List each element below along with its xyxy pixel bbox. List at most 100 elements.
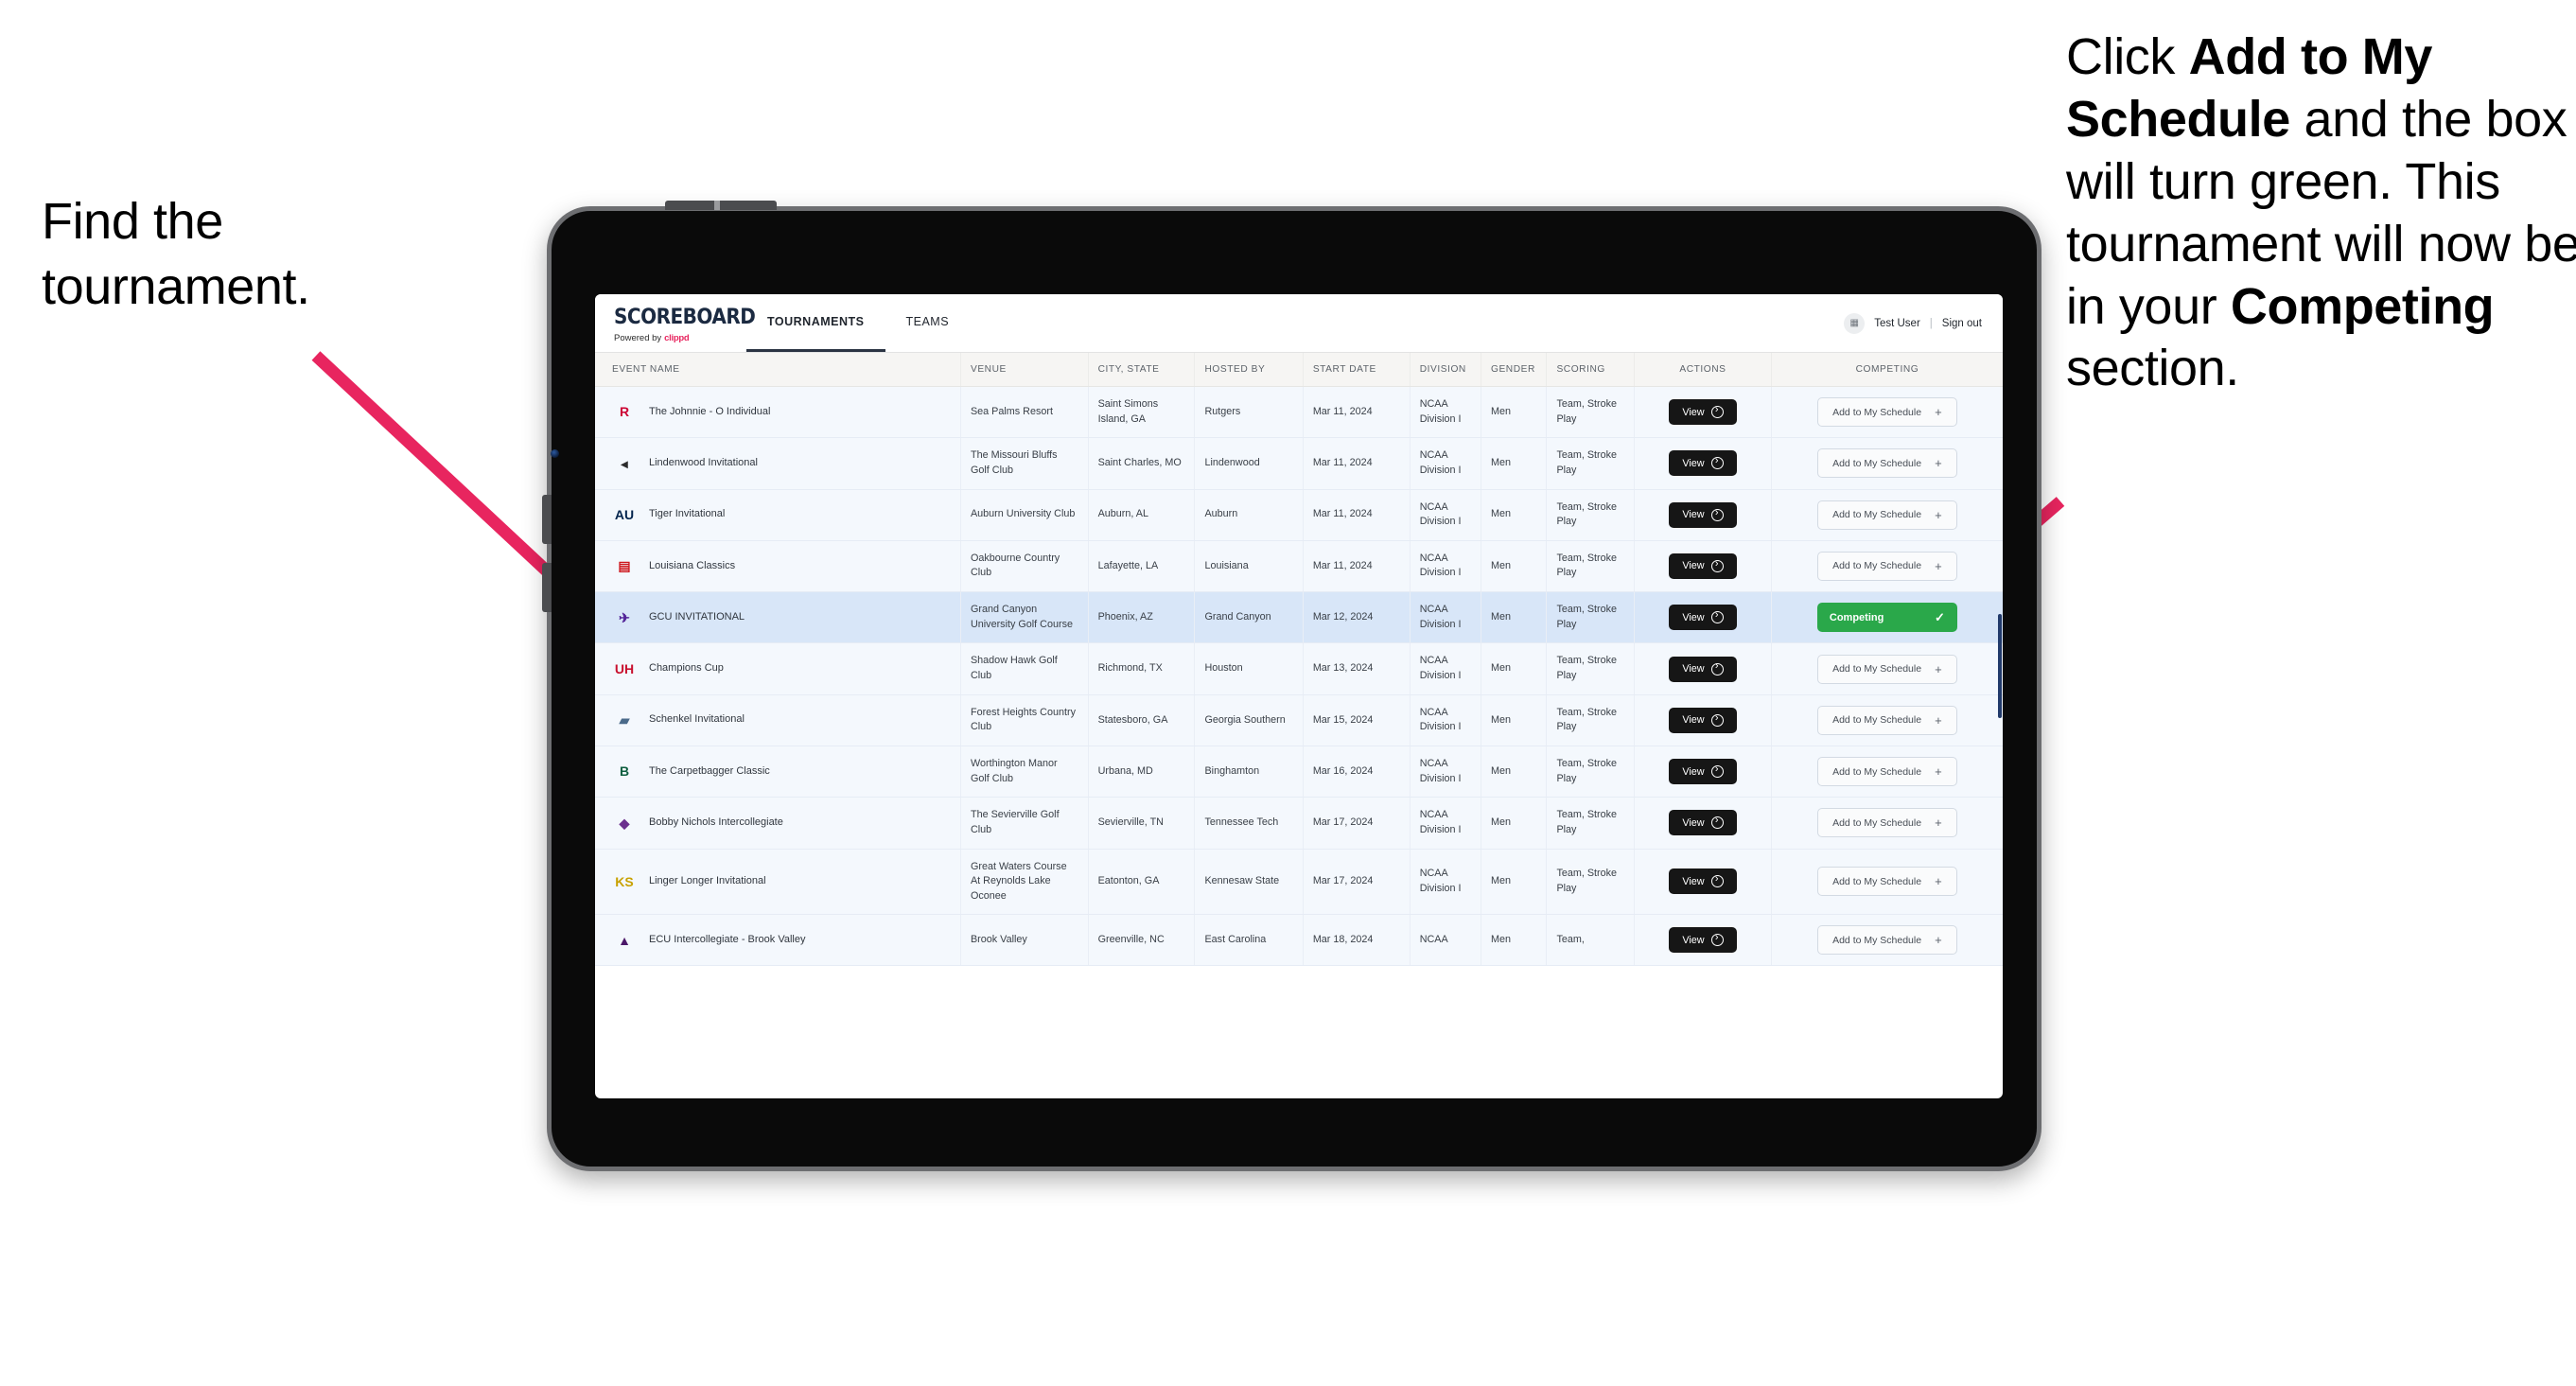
header-user-area: ▦ Test User | Sign out [1844, 294, 2003, 352]
view-button-label: View [1682, 611, 1705, 623]
cell-scoring: Team, Stroke Play [1546, 386, 1636, 439]
view-button[interactable]: View [1668, 868, 1737, 895]
view-button[interactable]: View [1668, 605, 1737, 631]
grid-icon[interactable]: ▦ [1844, 312, 1866, 334]
add-to-my-schedule-button[interactable]: Add to My Schedule + [1816, 654, 1957, 684]
competing-button[interactable]: Competing ✓ [1816, 603, 1957, 633]
add-to-my-schedule-button[interactable]: Add to My Schedule + [1816, 500, 1957, 530]
tablet-device: SCOREBOARD Powered by clippd TOURNAMENTS… [542, 201, 2042, 1171]
cell-competing: Add to My Schedule + [1771, 642, 2003, 695]
cell-division: NCAA Division I [1410, 489, 1481, 541]
table-row[interactable]: R The Johnnie - O Individual Sea Palms Res… [595, 386, 2003, 439]
cell-gender: Men [1481, 386, 1548, 439]
table-row[interactable]: ▲ ECU Intercollegiate - Brook Valley Brook… [595, 914, 2003, 967]
add-to-my-schedule-button[interactable]: Add to My Schedule + [1816, 808, 1957, 838]
cell-city-state: Saint Charles, MO [1088, 437, 1196, 490]
view-button[interactable]: View [1668, 501, 1737, 528]
plus-icon: + [1935, 816, 1942, 831]
cell-division: NCAA Division I [1410, 642, 1481, 695]
tablet-volume-up-button[interactable] [542, 495, 552, 544]
table-row[interactable]: UH Champions Cup Shadow Hawk Golf Club Rich… [595, 642, 2003, 695]
add-to-my-schedule-button[interactable]: Add to My Schedule + [1816, 705, 1957, 735]
tab-tournaments[interactable]: TOURNAMENTS [746, 294, 885, 352]
cell-hosted-by: Kennesaw State [1194, 849, 1304, 916]
table-row[interactable]: AU Tiger Invitational Auburn University Cl… [595, 489, 2003, 541]
add-to-my-schedule-button[interactable]: Add to My Schedule + [1816, 397, 1957, 428]
col-event-name[interactable]: EVENT NAME [595, 353, 961, 387]
add-to-my-schedule-label: Add to My Schedule [1832, 714, 1922, 727]
add-to-my-schedule-label: Add to My Schedule [1832, 457, 1922, 469]
view-button[interactable]: View [1668, 399, 1737, 426]
add-to-my-schedule-button[interactable]: Add to My Schedule + [1816, 867, 1957, 897]
view-button[interactable]: View [1668, 656, 1737, 682]
cell-actions: View [1634, 797, 1772, 850]
add-to-my-schedule-button[interactable]: Add to My Schedule + [1816, 757, 1957, 787]
cell-venue: Brook Valley [960, 914, 1089, 967]
event-name-label: Champions Cup [649, 662, 724, 675]
add-to-my-schedule-button[interactable]: Add to My Schedule + [1816, 925, 1957, 956]
table-row[interactable]: ◆ Bobby Nichols Intercollegiate The Sevier… [595, 797, 2003, 850]
cell-gender: Men [1481, 914, 1548, 967]
sign-out-link[interactable]: Sign out [1942, 318, 1982, 329]
auburn-logo: AU [614, 507, 635, 523]
arrow-right-circle-icon [1710, 932, 1724, 947]
view-button[interactable]: View [1668, 759, 1737, 785]
vertical-scrollbar[interactable] [1998, 614, 2002, 718]
cell-gender: Men [1481, 694, 1548, 746]
cell-event-name: KS Linger Longer Invitational [595, 849, 961, 916]
cell-division: NCAA Division I [1410, 849, 1481, 916]
brand-logo[interactable]: SCOREBOARD Powered by clippd [595, 294, 756, 352]
cell-scoring: Team, Stroke Play [1546, 489, 1636, 541]
view-button[interactable]: View [1668, 553, 1737, 579]
cell-city-state: Greenville, NC [1088, 914, 1196, 967]
col-scoring[interactable]: SCORING [1546, 353, 1636, 387]
cell-competing: Add to My Schedule + [1771, 746, 2003, 798]
cell-hosted-by: Auburn [1194, 489, 1304, 541]
table-header-row: EVENT NAME VENUE CITY, STATE HOSTED BY S… [595, 353, 2003, 387]
cell-actions: View [1634, 540, 1772, 593]
cell-actions: View [1634, 642, 1772, 695]
add-to-my-schedule-button[interactable]: Add to My Schedule + [1816, 551, 1957, 581]
view-button-label: View [1682, 457, 1705, 469]
add-to-my-schedule-button[interactable]: Add to My Schedule + [1816, 448, 1957, 479]
event-name-label: Louisiana Classics [649, 559, 736, 571]
cell-venue: The Missouri Bluffs Golf Club [960, 437, 1089, 490]
col-division[interactable]: DIVISION [1410, 353, 1481, 387]
table-row[interactable]: ▰ Schenkel Invitational Forest Heights Cou… [595, 694, 2003, 746]
table-row[interactable]: ◂ Lindenwood Invitational The Missouri Blu… [595, 437, 2003, 490]
col-city-state[interactable]: CITY, STATE [1088, 353, 1196, 387]
cell-venue: Sea Palms Resort [960, 386, 1089, 439]
cell-scoring: Team, Stroke Play [1546, 591, 1636, 644]
cell-scoring: Team, Stroke Play [1546, 746, 1636, 798]
cell-start-date: Mar 18, 2024 [1303, 914, 1411, 967]
cell-division: NCAA Division I [1410, 386, 1481, 439]
cell-city-state: Lafayette, LA [1088, 540, 1196, 593]
cell-division: NCAA Division I [1410, 694, 1481, 746]
tablet-volume-down-button[interactable] [542, 563, 552, 612]
check-icon: ✓ [1934, 610, 1945, 625]
tablet-power-button[interactable] [665, 201, 777, 210]
table-row[interactable]: B The Carpetbagger Classic Worthington Man… [595, 746, 2003, 798]
view-button-label: View [1682, 875, 1705, 887]
col-hosted-by[interactable]: HOSTED BY [1194, 353, 1304, 387]
col-gender[interactable]: GENDER [1481, 353, 1548, 387]
event-name-label: The Johnnie - O Individual [649, 405, 771, 417]
col-venue[interactable]: VENUE [960, 353, 1089, 387]
col-actions: ACTIONS [1634, 353, 1772, 387]
plus-icon: + [1935, 507, 1942, 522]
cell-start-date: Mar 11, 2024 [1303, 437, 1411, 490]
cell-venue: Shadow Hawk Golf Club [960, 642, 1089, 695]
view-button[interactable]: View [1668, 450, 1737, 477]
cell-venue: Forest Heights Country Club [960, 694, 1089, 746]
col-start-date[interactable]: START DATE [1303, 353, 1411, 387]
tab-teams[interactable]: TEAMS [885, 294, 971, 352]
view-button[interactable]: View [1668, 927, 1737, 954]
table-row[interactable]: ▤ Louisiana Classics Oakbourne Country Clu… [595, 540, 2003, 593]
view-button[interactable]: View [1668, 707, 1737, 733]
table-row[interactable]: KS Linger Longer Invitational Great Waters… [595, 849, 2003, 916]
cell-hosted-by: East Carolina [1194, 914, 1304, 967]
kennesaw-state-logo: KS [615, 873, 634, 889]
table-row[interactable]: ✈ GCU INVITATIONAL Grand Canyon University… [595, 591, 2003, 644]
view-button[interactable]: View [1668, 810, 1737, 836]
cell-event-name: ◂ Lindenwood Invitational [595, 437, 961, 490]
